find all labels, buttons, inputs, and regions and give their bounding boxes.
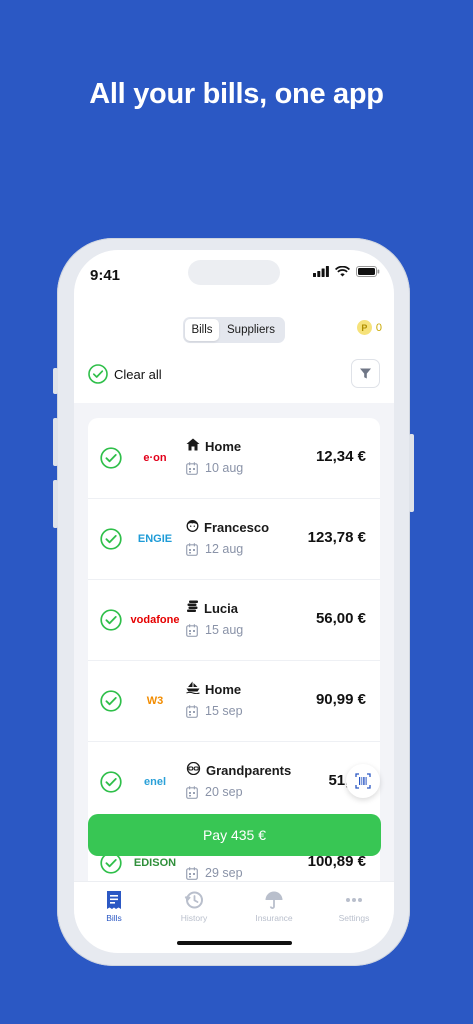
- calendar-icon: [186, 866, 198, 880]
- bill-due-date: 15 sep: [186, 704, 243, 718]
- app-screen: 9:41 Bills Suppliers P 0 Clear all e·on H…: [74, 250, 394, 953]
- bill-owner: Home: [186, 681, 241, 697]
- bill-row[interactable]: e·on Home 10 aug 12,34 €: [88, 418, 380, 499]
- bill-owner-label: Home: [205, 438, 242, 454]
- bill-row[interactable]: vodafone Lucia 15 aug 56,00 €: [88, 580, 380, 661]
- bill-row[interactable]: enelGrandparents20 sep51,00: [88, 742, 380, 823]
- calendar-icon: [186, 623, 198, 637]
- bill-date-label: 10 aug: [205, 461, 244, 475]
- tab-suppliers[interactable]: Suppliers: [219, 319, 283, 341]
- status-time: 9:41: [90, 267, 121, 284]
- status-icons: [313, 266, 380, 277]
- bill-select-checkbox[interactable]: [100, 690, 122, 717]
- calendar-icon: [186, 461, 198, 475]
- bill-row[interactable]: W3 Home 15 sep 90,99 €: [88, 661, 380, 742]
- tab-bar-settings[interactable]: Settings: [314, 890, 394, 923]
- clear-all-button[interactable]: Clear all: [88, 364, 162, 384]
- check-circle-icon: [100, 528, 122, 550]
- wifi-icon: [335, 266, 350, 277]
- bill-owner: Grandparents: [186, 761, 292, 778]
- bill-select-checkbox[interactable]: [100, 609, 122, 636]
- supplier-logo: vodafone: [130, 614, 180, 626]
- points-value: 0: [375, 321, 382, 334]
- signal-icon: [313, 266, 329, 277]
- bill-date-label: 20 sep: [205, 785, 243, 799]
- glasses-icon: [186, 761, 201, 778]
- tab-label: Insurance: [255, 913, 293, 923]
- phone-button: [53, 368, 58, 394]
- bill-due-date: 15 aug: [186, 623, 243, 637]
- points-badge[interactable]: P 0: [356, 320, 382, 335]
- check-circle-icon: [88, 364, 108, 384]
- tab-bar-bills[interactable]: Bills: [74, 890, 154, 923]
- filter-button[interactable]: [351, 359, 380, 388]
- calendar-icon: [186, 542, 198, 556]
- phone-button: [53, 418, 58, 466]
- supplier-logo: enel: [143, 776, 166, 788]
- bill-amount: 90,99 €: [315, 691, 366, 708]
- clear-all-label: Clear all: [114, 366, 162, 382]
- bill-amount: 12,34 €: [315, 448, 366, 465]
- phone-button: [409, 434, 414, 512]
- home-indicator: [177, 941, 292, 945]
- bill-owner-label: Lucia: [204, 600, 238, 616]
- bill-owner: Home: [186, 438, 241, 454]
- coin-icon: P: [356, 320, 372, 335]
- bill-due-date: 29 sep: [186, 866, 243, 880]
- check-circle-icon: [100, 447, 122, 469]
- supplier-logo: e·on: [143, 452, 167, 464]
- receipt-icon: [107, 891, 121, 909]
- bills-suppliers-toggle[interactable]: Bills Suppliers: [183, 317, 285, 343]
- bill-due-date: 20 sep: [186, 785, 243, 799]
- check-circle-icon: [100, 690, 122, 712]
- bill-date-label: 12 aug: [205, 542, 244, 556]
- headline: All your bills, one app: [89, 78, 384, 110]
- supplier-logo: W3: [146, 695, 164, 707]
- supplier-logo: EDISON: [133, 857, 177, 869]
- dots-icon: [346, 898, 362, 902]
- bill-due-date: 12 aug: [186, 542, 243, 556]
- umbrella-icon: [265, 891, 283, 909]
- bill-row[interactable]: ENGIE Francesco 12 aug 123,78 €: [88, 499, 380, 580]
- bill-owner-label: Home: [205, 681, 242, 697]
- coins-icon: [186, 600, 199, 616]
- bill-select-checkbox[interactable]: [100, 771, 122, 798]
- check-circle-icon: [100, 771, 122, 793]
- battery-icon: [356, 266, 380, 277]
- face-icon: [186, 519, 199, 535]
- bill-owner-label: Francesco: [204, 519, 270, 535]
- bill-select-checkbox[interactable]: [100, 447, 122, 474]
- tab-bar-insurance[interactable]: Insurance: [234, 890, 314, 923]
- calendar-icon: [186, 785, 198, 799]
- barcode-scan-icon: [355, 773, 371, 789]
- tab-label: Settings: [338, 913, 370, 923]
- tab-label: Bills: [106, 913, 122, 923]
- bill-amount: 123,78 €: [307, 529, 366, 546]
- bill-date-label: 15 sep: [205, 704, 243, 718]
- bill-amount: 56,00 €: [315, 610, 366, 627]
- bill-date-label: 29 sep: [205, 866, 243, 880]
- bill-owner-label: Grandparents: [206, 762, 292, 778]
- bill-select-checkbox[interactable]: [100, 528, 122, 555]
- bill-owner: Lucia: [186, 600, 238, 616]
- bill-date-label: 15 aug: [205, 623, 244, 637]
- pay-button[interactable]: Pay 435 €: [88, 814, 381, 856]
- check-circle-icon: [100, 609, 122, 631]
- tab-bar-history[interactable]: History: [154, 890, 234, 923]
- calendar-icon: [186, 704, 198, 718]
- bill-due-date: 10 aug: [186, 461, 243, 475]
- dynamic-island: [188, 260, 280, 285]
- bill-select-checkbox[interactable]: [100, 852, 122, 879]
- tab-bills[interactable]: Bills: [185, 319, 219, 341]
- filter-icon: [360, 368, 371, 379]
- bottom-tab-bar: Bills History Insurance Settings: [74, 881, 394, 953]
- supplier-logo: ENGIE: [137, 533, 173, 545]
- bill-owner: Francesco: [186, 519, 269, 535]
- phone-button: [53, 480, 58, 528]
- boat-icon: [186, 681, 200, 697]
- tab-label: History: [180, 913, 208, 923]
- history-icon: [184, 891, 203, 909]
- house-icon: [186, 438, 200, 454]
- scan-button[interactable]: [346, 764, 380, 798]
